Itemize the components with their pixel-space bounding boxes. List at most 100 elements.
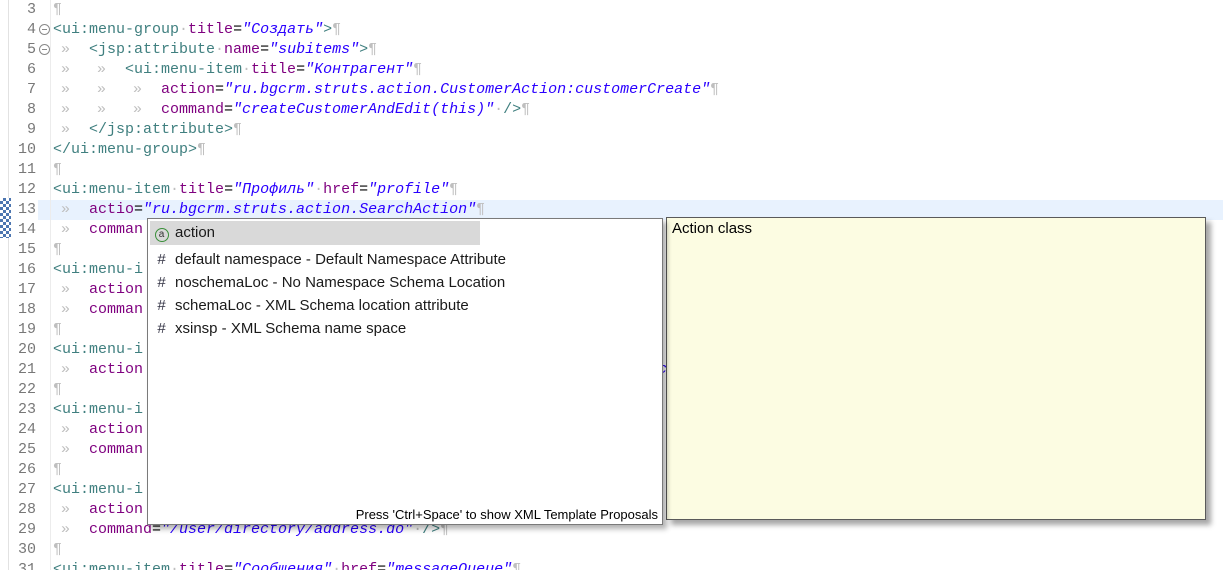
code-token-tab: » [53, 220, 89, 240]
code-text[interactable]: <ui:menu-item·title="Профиль"·href="prof… [52, 180, 1223, 200]
code-line[interactable]: 5 »<jsp:attribute·name="subitems">¶ [0, 40, 1223, 60]
code-token-attr: actio [89, 201, 134, 218]
code-text[interactable]: »»<ui:menu-item·title="Контрагент"¶ [52, 60, 1223, 80]
code-token-tag: > [323, 21, 332, 38]
xml-source-editor[interactable]: 3¶4<ui:menu-group·title="Создать">¶5»<js… [0, 0, 1223, 570]
code-line[interactable]: 10</ui:menu-group>¶ [0, 140, 1223, 160]
code-token-ws: · [179, 21, 188, 38]
code-token-tab: » [53, 280, 89, 300]
code-token-attr: action [89, 361, 143, 378]
code-token-pil: ¶ [53, 461, 62, 478]
code-line[interactable]: 30 ¶ [0, 540, 1223, 560]
code-line[interactable]: 12 <ui:menu-item·title="Профиль"·href="pr… [0, 180, 1223, 200]
assist-item[interactable]: # schemaLoc - XML Schema location attribu… [150, 294, 660, 317]
code-line[interactable]: 8»»»command="createCustomerAndEdit(this)… [0, 100, 1223, 120]
fold-collapse-icon[interactable] [39, 24, 50, 35]
code-token-attr: command [161, 101, 224, 118]
line-number: 24 [9, 420, 38, 440]
code-line[interactable]: 7 »»»action="ru.bgcrm.struts.action.Custo… [0, 80, 1223, 100]
code-token-ws: · [314, 181, 323, 198]
line-number: 15 [9, 240, 38, 260]
assist-item-label: xsinsp - XML Schema name space [175, 317, 406, 340]
code-line[interactable]: 9»</jsp:attribute>¶ [0, 120, 1223, 140]
template-icon: # [157, 274, 165, 291]
code-token-attr: action [161, 81, 215, 98]
code-token-val: "ru.bgcrm.struts.action.SearchAction" [143, 201, 476, 218]
code-token-attr: comman [89, 441, 143, 458]
code-token-pil: ¶ [521, 101, 530, 118]
code-text[interactable]: ¶ [52, 0, 1223, 20]
line-number: 25 [9, 440, 38, 460]
line-number: 29 [9, 520, 38, 540]
line-number: 17 [9, 280, 38, 300]
code-token-attr: comman [89, 221, 143, 238]
content-assist-popup[interactable]: aaction#default namespace - Default Name… [147, 218, 663, 525]
code-token-pil: ¶ [53, 241, 62, 258]
code-token-val: "profile" [368, 181, 449, 198]
assist-item[interactable]: aaction [150, 221, 480, 245]
code-token-attr: action [89, 421, 143, 438]
assist-item-label: schemaLoc - XML Schema location attribut… [175, 294, 469, 317]
template-proposal-icon: # [153, 248, 170, 271]
code-token-tab: » [53, 100, 89, 120]
code-token-pil: ¶ [53, 321, 62, 338]
code-text[interactable]: <ui:menu-item·title="Сообщения"·href="me… [52, 560, 1223, 570]
line-number: 31 [9, 560, 38, 570]
code-line[interactable]: 4<ui:menu-group·title="Создать">¶ [0, 20, 1223, 40]
code-text[interactable]: »»»action="ru.bgcrm.struts.action.Custom… [52, 80, 1223, 100]
code-text[interactable]: </ui:menu-group>¶ [52, 140, 1223, 160]
code-token-val: "createCustomerAndEdit(this)" [233, 101, 494, 118]
code-token-tab: » [53, 120, 89, 140]
line-number: 23 [9, 400, 38, 420]
code-token-eq: = [215, 81, 224, 98]
template-icon: # [157, 297, 165, 314]
code-token-tab: » [53, 500, 89, 520]
line-number: 30 [9, 540, 38, 560]
line-number: 16 [9, 260, 38, 280]
line-number: 5 [9, 40, 38, 60]
code-line[interactable]: 3¶ [0, 0, 1223, 20]
code-token-tab: » [53, 40, 89, 60]
code-token-tag: <ui:menu-item [53, 181, 170, 198]
line-number-ruler-divider [50, 0, 51, 570]
line-number: 7 [9, 80, 38, 100]
code-token-tag: </ui:menu-group> [53, 141, 197, 158]
line-number: 12 [9, 180, 38, 200]
code-text[interactable]: ¶ [52, 540, 1223, 560]
assist-item[interactable]: #default namespace - Default Namespace A… [150, 248, 660, 271]
code-text[interactable]: <ui:menu-group·title="Создать">¶ [52, 20, 1223, 40]
code-token-tab: » [125, 100, 161, 120]
code-token-attr: href [341, 561, 377, 570]
assist-item[interactable]: # xsinsp - XML Schema name space [150, 317, 660, 340]
template-icon: # [157, 320, 165, 337]
code-token-eq: = [134, 201, 143, 218]
code-token-ws: · [332, 561, 341, 570]
code-token-val: "Создать" [242, 21, 323, 38]
line-number: 26 [9, 460, 38, 480]
code-token-pil: ¶ [53, 161, 62, 178]
code-token-attr: title [179, 181, 224, 198]
code-token-pil: ¶ [413, 61, 422, 78]
code-token-tag: <jsp:attribute [89, 41, 215, 58]
code-token-tab: » [53, 300, 89, 320]
assist-item-label: default namespace - Default Namespace At… [175, 248, 506, 271]
code-text[interactable]: »»»command="createCustomerAndEdit(this)"… [52, 100, 1223, 120]
fold-collapse-icon[interactable] [39, 44, 50, 55]
code-line[interactable]: 6»»<ui:menu-item·title="Контрагент"¶ [0, 60, 1223, 80]
line-number: 8 [9, 100, 38, 120]
code-text[interactable]: ¶ [52, 160, 1223, 180]
assist-item[interactable]: #noschemaLoc - No Namespace Schema Locat… [150, 271, 660, 294]
template-proposal-icon: # [153, 271, 170, 294]
assist-item-label: action [175, 221, 215, 245]
code-token-pil: ¶ [197, 141, 206, 158]
code-text[interactable]: »<jsp:attribute·name="subitems">¶ [52, 40, 1223, 60]
template-proposal-icon: # [153, 294, 170, 317]
code-token-eq: = [260, 41, 269, 58]
doc-hover-panel: Action class [666, 217, 1206, 520]
code-token-ws: · [170, 181, 179, 198]
code-token-attr: name [224, 41, 260, 58]
code-text[interactable]: »</jsp:attribute>¶ [52, 120, 1223, 140]
code-line[interactable]: 11¶ [0, 160, 1223, 180]
code-line[interactable]: 31 <ui:menu-item·title="Сообщения"·href="… [0, 560, 1223, 570]
code-token-ws: · [494, 101, 503, 118]
